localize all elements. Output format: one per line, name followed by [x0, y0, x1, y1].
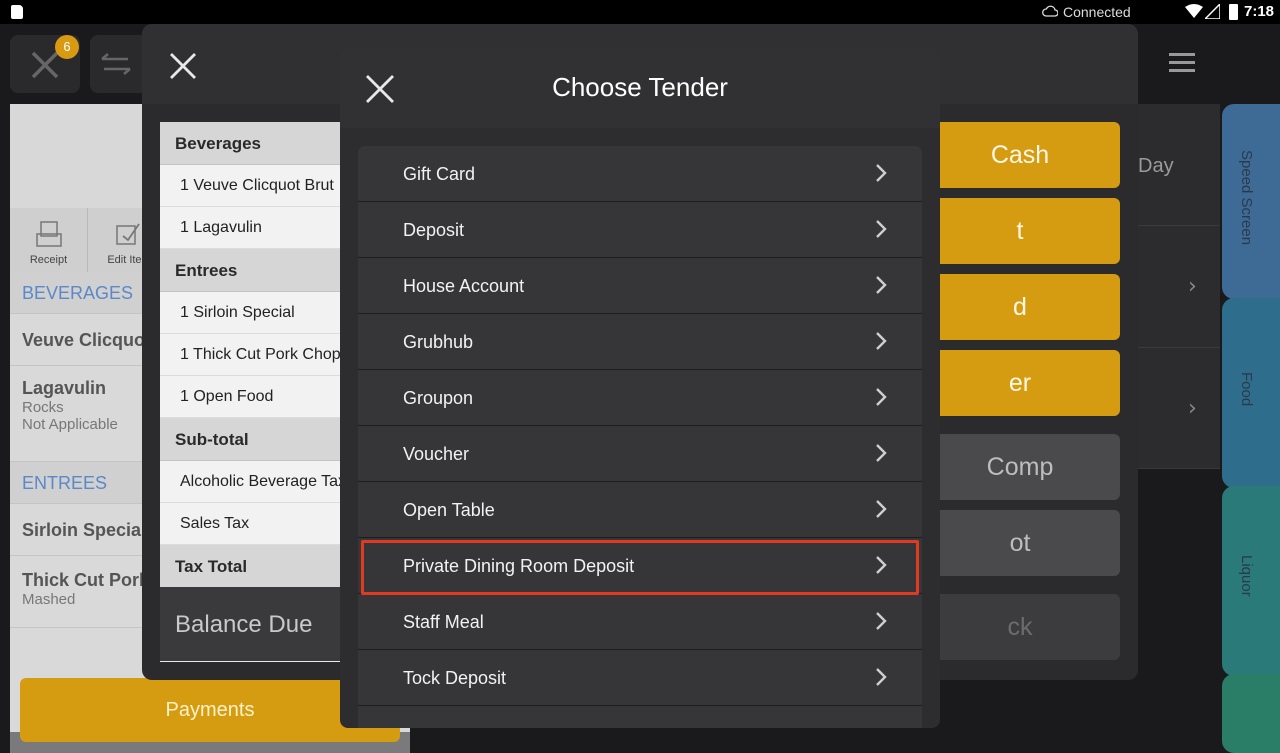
day-label: Day — [1138, 155, 1174, 177]
check-summary: Beverages 1 Veuve Clicquot Brut 1 Lagavu… — [160, 122, 360, 662]
tender-item-voucher[interactable]: Voucher — [358, 426, 922, 481]
tender-item-label: Open Table — [403, 500, 495, 520]
tender-button[interactable]: er — [920, 350, 1120, 416]
order-count-badge: 6 — [55, 35, 79, 59]
tender-item-house-account[interactable]: House Account — [358, 258, 922, 313]
tender-item-private-dining-room-deposit[interactable]: Private Dining Room Deposit — [358, 538, 922, 593]
tender-item-gift-card[interactable]: Gift Card — [358, 146, 922, 201]
tender-button[interactable]: ck — [920, 594, 1120, 660]
tab-speed-screen-label: Speed Screen — [1238, 150, 1255, 246]
check-section-title: Entrees — [160, 249, 360, 292]
balance-due-label: Balance Due — [160, 587, 360, 661]
tender-item-label: Groupon — [403, 388, 474, 408]
tender-item-label: Grubhub — [403, 332, 474, 352]
tender-item-groupon[interactable]: Groupon — [358, 370, 922, 425]
check-line: 1 Open Food — [160, 376, 360, 418]
transfer-button[interactable] — [90, 35, 150, 93]
check-section-title: Sub-total — [160, 418, 360, 461]
edit-icon — [116, 223, 140, 245]
chevron-right-icon — [876, 500, 887, 518]
tender-button[interactable]: t — [920, 198, 1120, 264]
chevron-right-icon: › — [1188, 274, 1197, 299]
close-icon[interactable] — [169, 52, 197, 80]
menu-icon[interactable] — [1169, 53, 1195, 77]
check-line: 1 Veuve Clicquot Brut — [160, 165, 360, 207]
sd-card-icon — [11, 5, 23, 19]
dialog-title: Choose Tender — [552, 72, 728, 102]
tender-item-grubhub[interactable]: Grubhub — [358, 314, 922, 369]
wifi-icon — [1185, 4, 1203, 18]
tender-item-staff-meal[interactable]: Staff Meal — [358, 594, 922, 649]
tender-item-label: Voucher — [403, 444, 470, 464]
chevron-right-icon — [876, 556, 887, 574]
chevron-right-icon — [876, 164, 887, 182]
tab-more[interactable] — [1222, 674, 1280, 753]
tab-liquor-label: Liquor — [1238, 555, 1255, 597]
dialog-header: Choose Tender — [340, 48, 940, 128]
check-section-title: Tax Total — [160, 545, 360, 588]
chevron-right-icon — [876, 332, 887, 350]
tender-item-label: House Account — [403, 276, 525, 296]
tender-item-tock-deposit[interactable]: Tock Deposit — [358, 650, 922, 705]
tender-list: Gift Card Deposit House Account Grubhub … — [358, 146, 922, 728]
choose-tender-dialog: Choose Tender Gift Card Deposit House Ac… — [340, 48, 940, 728]
connection-status: Connected — [1063, 4, 1131, 20]
tender-item-label: Staff Meal — [403, 612, 484, 632]
receipt-button[interactable]: Receipt — [10, 208, 88, 272]
battery-icon — [1229, 4, 1238, 20]
check-line: 1 Lagavulin — [160, 207, 360, 249]
chevron-right-icon — [876, 276, 887, 294]
transfer-icon — [101, 53, 131, 75]
tender-item-label: Gift Card — [403, 164, 476, 184]
signal-icon — [1205, 4, 1220, 19]
chevron-right-icon — [876, 220, 887, 238]
receipt-icon — [36, 221, 62, 247]
clock: 7:18 — [1244, 3, 1275, 20]
tender-item-open-table[interactable]: Open Table — [358, 482, 922, 537]
tender-item-label: Deposit — [403, 220, 465, 240]
check-line: 1 Thick Cut Pork Chop — [160, 334, 360, 376]
status-bar: Connected 7:18 — [0, 0, 1280, 24]
right-panel-row[interactable] — [1138, 348, 1220, 469]
tender-button[interactable]: d — [920, 274, 1120, 340]
chevron-right-icon: › — [1188, 396, 1197, 421]
chevron-right-icon — [876, 668, 887, 686]
receipt-label: Receipt — [29, 254, 68, 266]
tender-comp-button[interactable]: Comp — [920, 434, 1120, 500]
check-line: 1 Sirloin Special — [160, 292, 360, 334]
check-section-title: Beverages — [160, 122, 360, 165]
check-line: Sales Tax — [160, 503, 360, 545]
tab-food-label: Food — [1238, 372, 1255, 407]
tender-item-label: Tock Deposit — [403, 668, 507, 688]
chevron-right-icon — [876, 388, 887, 406]
check-line: Alcoholic Beverage Tax — [160, 461, 360, 503]
right-panel-row[interactable] — [1138, 226, 1220, 348]
tender-button[interactable]: ot — [920, 510, 1120, 576]
tender-item-partial[interactable] — [358, 706, 922, 728]
cloud-icon — [1042, 5, 1058, 17]
tender-cash-button[interactable]: Cash — [920, 122, 1120, 188]
tender-item-deposit[interactable]: Deposit — [358, 202, 922, 257]
close-icon — [31, 51, 59, 79]
chevron-right-icon — [876, 444, 887, 462]
tender-item-label: Private Dining Room Deposit — [403, 556, 635, 576]
chevron-right-icon — [876, 612, 887, 630]
